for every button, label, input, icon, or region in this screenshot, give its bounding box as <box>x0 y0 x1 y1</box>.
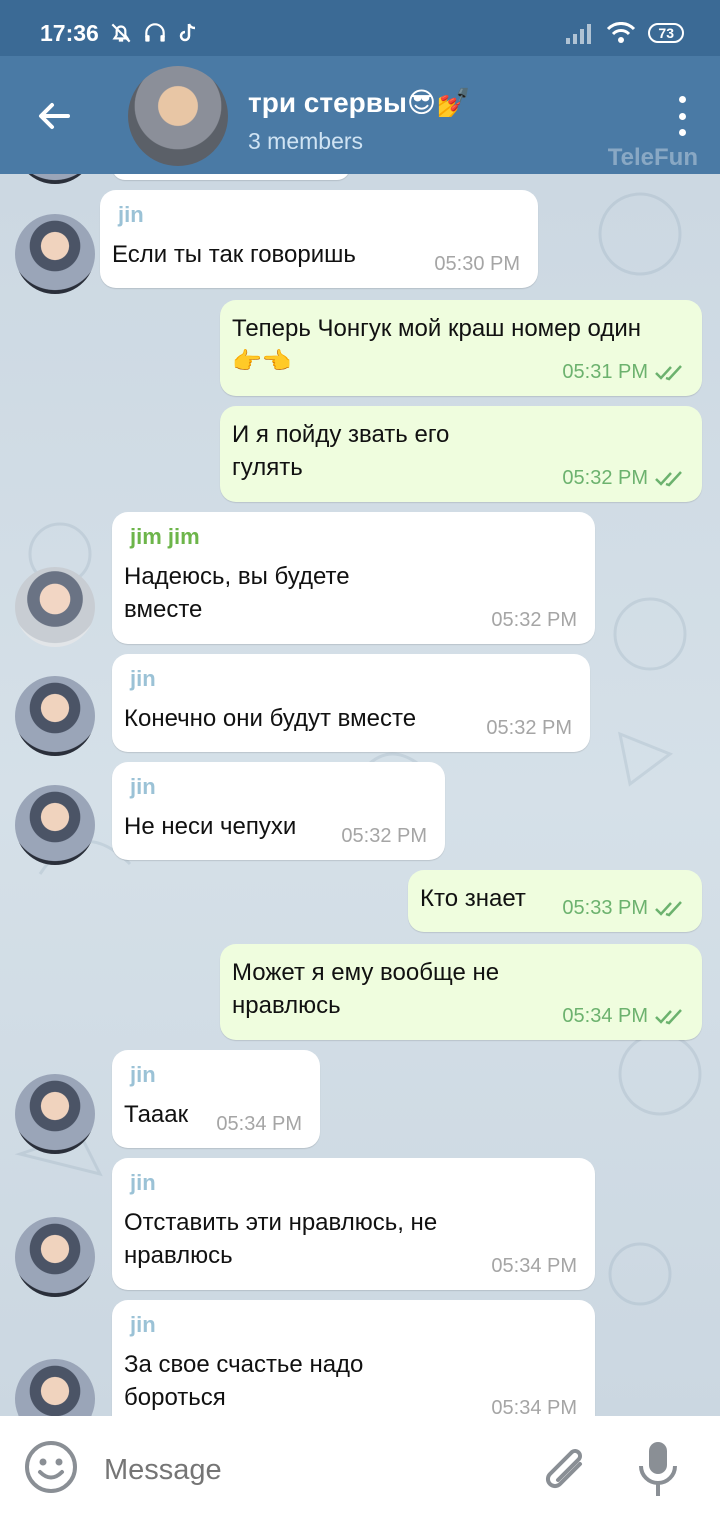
signal-icon <box>566 24 592 44</box>
message-time: 05:34 PM <box>491 1255 577 1277</box>
sender-name: jin <box>130 1170 156 1195</box>
message-list[interactable]: jin Если ты так говоришь 05:30 PM Теперь… <box>0 174 720 1416</box>
chat-header: три стервы😎💅 3 members TeleFun <box>0 56 720 174</box>
status-system-icons: 73 <box>564 22 684 44</box>
status-time: 17:36 <box>40 20 99 46</box>
sender-name: jin <box>118 202 144 227</box>
message-time-wrap: 05:32 PM <box>562 467 684 490</box>
avatar-jim[interactable] <box>15 567 95 647</box>
message-outgoing[interactable]: Кто знает 05:33 PM <box>408 870 702 932</box>
message-time: 05:30 PM <box>434 253 520 275</box>
status-bar: 17:36 73 <box>0 0 720 56</box>
back-arrow-icon[interactable] <box>30 92 78 140</box>
message-time: 05:34 PM <box>216 1113 302 1135</box>
composer-bar <box>0 1416 720 1520</box>
watermark: TeleFun <box>607 144 698 171</box>
message-time-wrap: 05:33 PM <box>562 897 684 920</box>
sender-name: jin <box>130 1062 156 1087</box>
member-count: 3 members <box>248 128 364 154</box>
sender-name: jim jim <box>130 524 200 549</box>
avatar-jin[interactable] <box>15 214 95 294</box>
avatar-jin[interactable] <box>15 676 95 756</box>
message-bubble-partial <box>112 174 350 180</box>
status-notification-icons <box>108 20 200 46</box>
avatar-jin[interactable] <box>15 785 95 865</box>
battery-indicator: 73 <box>648 23 684 43</box>
headphones-icon <box>145 23 165 42</box>
message-time: 05:34 PM <box>562 1005 648 1027</box>
message-time: 05:31 PM <box>562 361 648 383</box>
message-time: 05:32 PM <box>341 825 427 847</box>
microphone-icon[interactable] <box>636 1440 680 1498</box>
read-check-icon <box>655 1008 682 1024</box>
message-time: 05:32 PM <box>491 609 577 631</box>
chat-title[interactable]: три стервы😎💅 <box>248 86 471 119</box>
message-text: Может я ему вообще не нравлюсь <box>232 959 500 1019</box>
sender-name: jin <box>130 666 156 691</box>
more-options-icon[interactable] <box>674 96 690 136</box>
message-input[interactable] <box>104 1448 504 1492</box>
message-time-wrap: 05:34 PM <box>562 1005 684 1028</box>
message-time-wrap: 05:31 PM <box>562 361 684 384</box>
mute-bell-icon <box>111 23 131 43</box>
message-outgoing[interactable]: Теперь Чонгук мой краш номер один👉👈 05:3… <box>220 300 702 396</box>
wifi-icon <box>607 22 636 43</box>
message-time: 05:33 PM <box>562 897 648 919</box>
message-incoming[interactable]: jin Отставить эти нравлюсь, не нравлюсь … <box>112 1158 595 1290</box>
message-text: И я пойду звать его гулять <box>232 421 450 481</box>
sender-name: jin <box>130 1312 156 1337</box>
avatar-jin[interactable] <box>15 1074 95 1154</box>
attach-icon[interactable] <box>536 1440 592 1496</box>
read-check-icon <box>655 470 682 486</box>
message-text: За свое счастье надо бороться <box>124 1351 364 1411</box>
message-time: 05:32 PM <box>562 467 648 489</box>
message-incoming[interactable]: jin Если ты так говоришь 05:30 PM <box>100 190 538 288</box>
message-incoming[interactable]: jin Не неси чепухи 05:32 PM <box>112 762 445 860</box>
group-avatar[interactable] <box>128 66 228 166</box>
message-time: 05:32 PM <box>486 717 572 739</box>
tiktok-icon <box>179 23 196 42</box>
read-check-icon <box>655 900 682 916</box>
message-text: Надеюсь, вы будете вместе <box>124 563 350 623</box>
message-incoming[interactable]: jin За свое счастье надо бороться 05:34 … <box>112 1300 595 1416</box>
message-time: 05:34 PM <box>491 1397 577 1416</box>
message-outgoing[interactable]: И я пойду звать его гулять 05:32 PM <box>220 406 702 502</box>
sender-name: jin <box>130 774 156 799</box>
message-incoming[interactable]: jim jim Надеюсь, вы будете вместе 05:32 … <box>112 512 595 644</box>
message-text: Отставить эти нравлюсь, не нравлюсь <box>124 1209 438 1269</box>
message-outgoing[interactable]: Может я ему вообще не нравлюсь 05:34 PM <box>220 944 702 1040</box>
emoji-icon[interactable] <box>24 1440 78 1494</box>
message-incoming[interactable]: jin Тааак 05:34 PM <box>112 1050 320 1148</box>
message-incoming[interactable]: jin Конечно они будут вместе 05:32 PM <box>112 654 590 752</box>
avatar-jin[interactable] <box>15 1217 95 1297</box>
read-check-icon <box>655 364 682 380</box>
